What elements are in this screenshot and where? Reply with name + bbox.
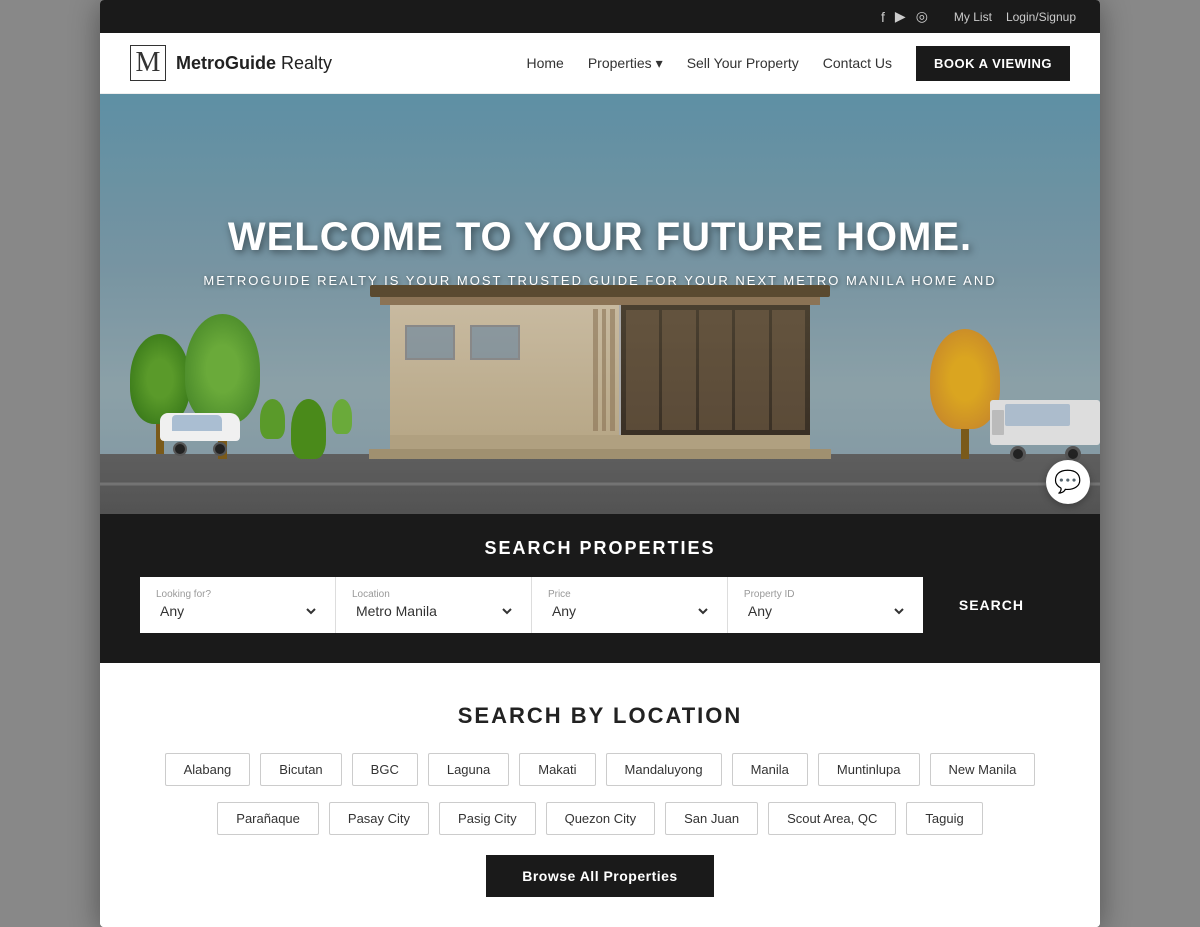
tag-laguna[interactable]: Laguna bbox=[428, 753, 509, 786]
facebook-icon[interactable]: f bbox=[881, 9, 885, 25]
looking-for-select[interactable]: Any House Condo Lot bbox=[156, 602, 319, 620]
jeep-right bbox=[990, 400, 1100, 462]
messenger-icon: 💬 bbox=[1054, 469, 1081, 495]
tag-taguig[interactable]: Taguig bbox=[906, 802, 982, 835]
tag-quezon-city[interactable]: Quezon City bbox=[546, 802, 656, 835]
price-label: Price bbox=[548, 589, 711, 600]
logo-suffix: Realty bbox=[276, 53, 332, 73]
nav-contact[interactable]: Contact Us bbox=[823, 55, 892, 71]
search-bar: Looking for? Any House Condo Lot Locatio… bbox=[140, 577, 1060, 633]
looking-for-label: Looking for? bbox=[156, 589, 319, 600]
logo-text: MetroGuide Realty bbox=[176, 53, 332, 74]
logo: M MetroGuide Realty bbox=[130, 45, 332, 81]
hero-title: WELCOME TO YOUR FUTURE HOME. bbox=[200, 215, 1000, 259]
logo-brand: MetroGuide bbox=[176, 53, 276, 73]
property-id-field: Property ID Any bbox=[728, 577, 923, 633]
location-tags: Alabang Bicutan BGC Laguna Makati Mandal… bbox=[140, 753, 1060, 786]
tag-mandaluyong[interactable]: Mandaluyong bbox=[606, 753, 722, 786]
hero-section: WELCOME TO YOUR FUTURE HOME. METROGUIDE … bbox=[100, 94, 1100, 514]
house bbox=[390, 285, 810, 459]
tag-muntinlupa[interactable]: Muntinlupa bbox=[818, 753, 920, 786]
my-list-link[interactable]: My List bbox=[954, 10, 992, 24]
search-section: SEARCH PROPERTIES Looking for? Any House… bbox=[100, 514, 1100, 663]
nav-links: Home Properties ▾ Sell Your Property Con… bbox=[526, 46, 1070, 81]
tag-manila[interactable]: Manila bbox=[732, 753, 808, 786]
logo-icon: M bbox=[130, 45, 166, 81]
tag-pasig[interactable]: Pasig City bbox=[439, 802, 536, 835]
location-title: SEARCH BY LOCATION bbox=[140, 703, 1060, 729]
search-title: SEARCH PROPERTIES bbox=[140, 538, 1060, 559]
instagram-icon[interactable]: ◎ bbox=[916, 8, 928, 25]
tag-san-juan[interactable]: San Juan bbox=[665, 802, 758, 835]
login-signup-link[interactable]: Login/Signup bbox=[1006, 10, 1076, 24]
location-label: Location bbox=[352, 589, 515, 600]
browse-btn-wrap: Browse All Properties bbox=[140, 855, 1060, 897]
tag-alabang[interactable]: Alabang bbox=[165, 753, 251, 786]
tag-makati[interactable]: Makati bbox=[519, 753, 595, 786]
tag-scout-area[interactable]: Scout Area, QC bbox=[768, 802, 896, 835]
location-field: Location Metro Manila Quezon City Makati bbox=[336, 577, 532, 633]
book-viewing-button[interactable]: BOOK A VIEWING bbox=[916, 46, 1070, 81]
browse-all-button[interactable]: Browse All Properties bbox=[486, 855, 713, 897]
tag-bgc[interactable]: BGC bbox=[352, 753, 418, 786]
white-car bbox=[160, 413, 240, 456]
social-icons: f ▶ ◎ bbox=[881, 8, 928, 25]
property-id-select[interactable]: Any bbox=[744, 602, 907, 620]
nav-sell[interactable]: Sell Your Property bbox=[687, 55, 799, 71]
tag-bicutan[interactable]: Bicutan bbox=[260, 753, 341, 786]
top-bar: f ▶ ◎ My List Login/Signup bbox=[100, 0, 1100, 33]
tag-new-manila[interactable]: New Manila bbox=[930, 753, 1036, 786]
dropdown-icon: ▾ bbox=[656, 55, 663, 72]
location-select[interactable]: Metro Manila Quezon City Makati bbox=[352, 602, 515, 620]
messenger-bubble[interactable]: 💬 bbox=[1046, 460, 1090, 504]
youtube-icon[interactable]: ▶ bbox=[895, 8, 906, 25]
location-tags-row2: Parañaque Pasay City Pasig City Quezon C… bbox=[140, 802, 1060, 835]
looking-for-field: Looking for? Any House Condo Lot bbox=[140, 577, 336, 633]
tag-paranaque[interactable]: Parañaque bbox=[217, 802, 319, 835]
price-field: Price Any Below 1M 1M-5M 5M-10M bbox=[532, 577, 728, 633]
search-button[interactable]: SEARCH bbox=[923, 577, 1060, 633]
tag-pasay[interactable]: Pasay City bbox=[329, 802, 429, 835]
price-select[interactable]: Any Below 1M 1M-5M 5M-10M bbox=[548, 602, 711, 620]
nav-properties[interactable]: Properties ▾ bbox=[588, 55, 663, 72]
navbar: M MetroGuide Realty Home Properties ▾ Se… bbox=[100, 33, 1100, 94]
nav-home[interactable]: Home bbox=[526, 55, 563, 71]
landscape-plants bbox=[260, 399, 352, 459]
location-section: SEARCH BY LOCATION Alabang Bicutan BGC L… bbox=[100, 663, 1100, 927]
property-id-label: Property ID bbox=[744, 589, 907, 600]
